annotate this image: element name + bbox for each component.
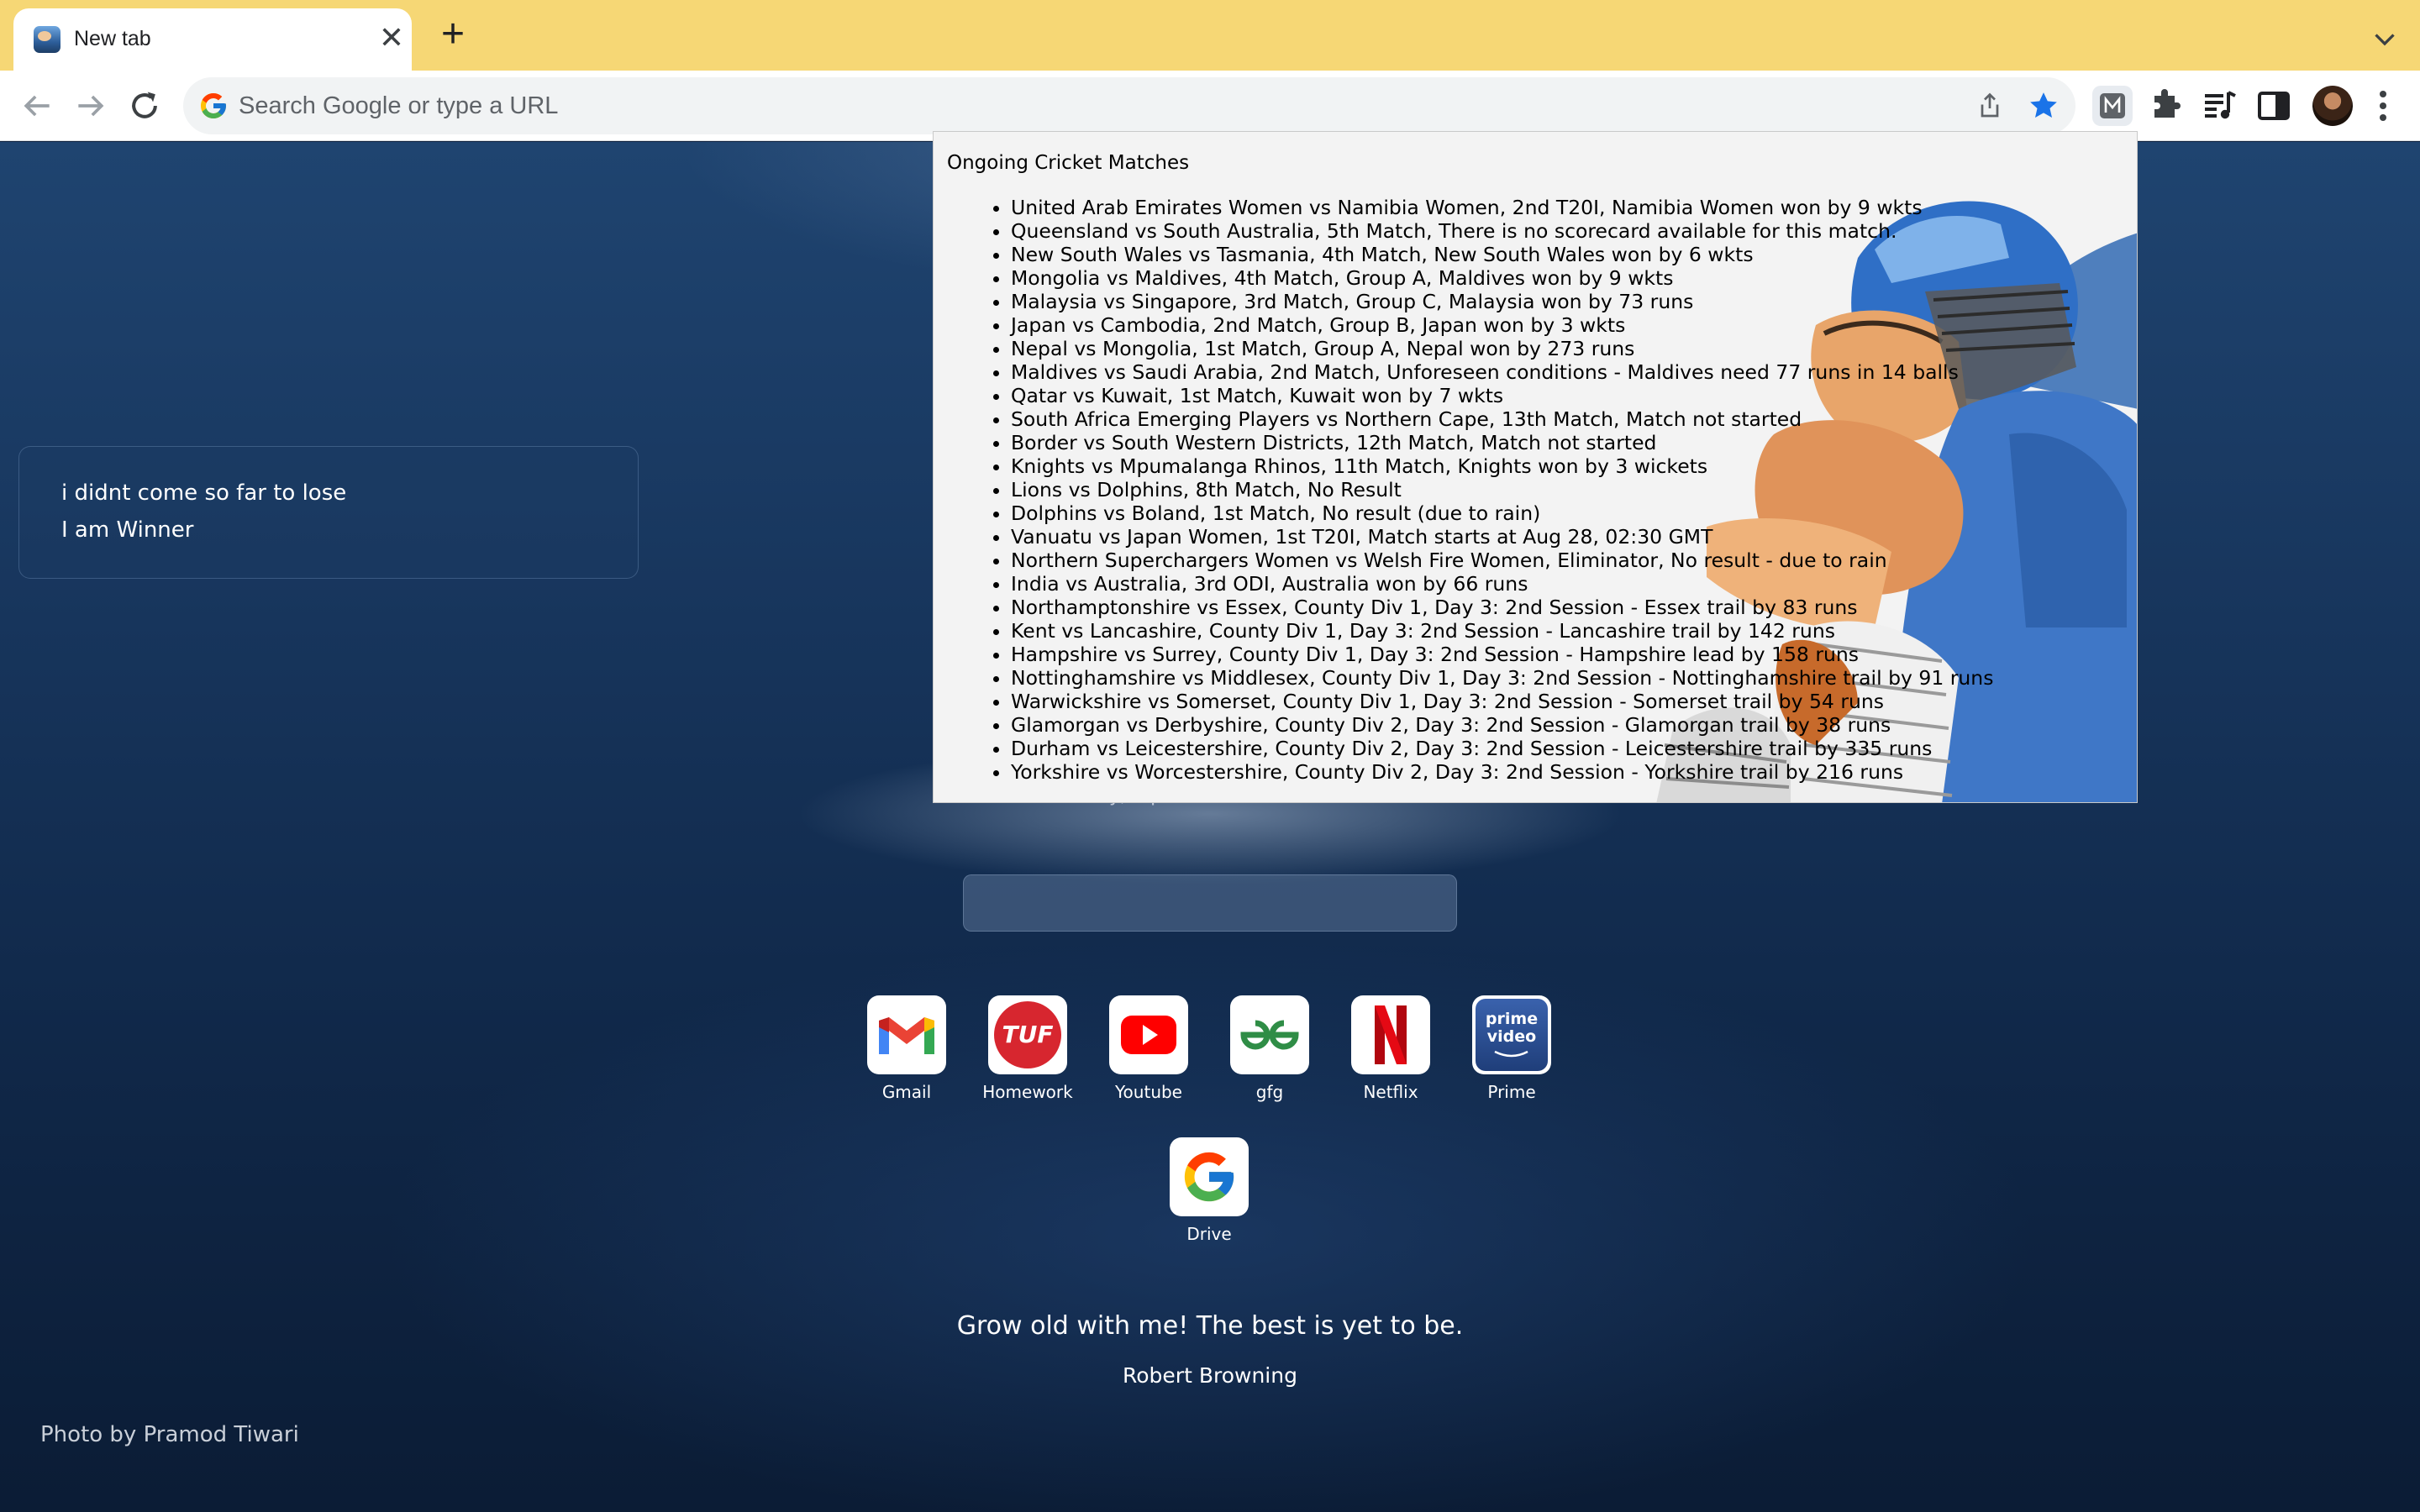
google-g-icon <box>1170 1137 1249 1216</box>
shortcut-label: Drive <box>1186 1224 1232 1244</box>
tab-title: New tab <box>74 27 151 50</box>
match-item: Lions vs Dolphins, 8th Match, No Result <box>1011 478 2125 501</box>
extensions-puzzle-icon[interactable] <box>2146 86 2186 126</box>
shortcut-prime[interactable]: prime video Prime <box>1465 995 1558 1103</box>
tab-strip: New tab ✕ + <box>0 0 2420 71</box>
shortcut-gmail[interactable]: Gmail <box>860 995 953 1103</box>
address-bar[interactable] <box>183 77 2075 134</box>
match-item: India vs Australia, 3rd ODI, Australia w… <box>1011 572 2125 596</box>
shortcut-label: Prime <box>1487 1082 1536 1102</box>
match-item: South Africa Emerging Players vs Norther… <box>1011 407 2125 431</box>
tab-search-chevron-icon[interactable] <box>2370 24 2400 54</box>
shortcut-label: Netflix <box>1363 1082 1418 1102</box>
reload-icon[interactable] <box>126 87 163 124</box>
new-tab-button[interactable]: + <box>435 14 471 55</box>
match-item: Japan vs Cambodia, 2nd Match, Group B, J… <box>1011 313 2125 337</box>
match-item: Dolphins vs Boland, 1st Match, No result… <box>1011 501 2125 525</box>
google-g-icon <box>201 93 226 118</box>
match-item: Maldives vs Saudi Arabia, 2nd Match, Unf… <box>1011 360 2125 384</box>
gmail-icon <box>867 995 946 1074</box>
back-arrow-icon[interactable] <box>18 87 55 124</box>
extension-m-icon <box>2100 93 2125 118</box>
url-input[interactable] <box>239 77 1919 134</box>
shortcut-youtube[interactable]: Youtube <box>1102 995 1195 1103</box>
match-item: Nottinghamshire vs Middlesex, County Div… <box>1011 666 2125 690</box>
shortcut-homework[interactable]: TUF Homework <box>981 995 1074 1103</box>
shortcut-netflix[interactable]: Netflix <box>1344 995 1437 1103</box>
shortcut-gfg[interactable]: gfg <box>1223 995 1316 1103</box>
tuf-logo-text: TUF <box>1002 1021 1054 1048</box>
menu-kebab-icon[interactable] <box>2363 86 2403 126</box>
match-item: Queensland vs South Australia, 5th Match… <box>1011 219 2125 243</box>
shortcut-drive[interactable]: Drive <box>1163 1137 1255 1245</box>
new-tab-favicon-icon <box>34 26 60 53</box>
todo-card: i didnt come so far to lose I am Winner <box>18 446 639 579</box>
forward-arrow-icon[interactable] <box>72 87 109 124</box>
match-item: Hampshire vs Surrey, County Div 1, Day 3… <box>1011 643 2125 666</box>
photo-credit[interactable]: Photo by Pramod Tiwari <box>40 1422 299 1447</box>
match-item: Mongolia vs Maldives, 4th Match, Group A… <box>1011 266 2125 290</box>
quote-text: Grow old with me! The best is yet to be. <box>956 1311 1464 1341</box>
tab-new-tab[interactable]: New tab ✕ <box>13 8 412 71</box>
match-list: United Arab Emirates Women vs Namibia Wo… <box>982 196 2125 784</box>
match-item: New South Wales vs Tasmania, 4th Match, … <box>1011 243 2125 266</box>
tuf-icon: TUF <box>988 995 1067 1074</box>
shortcut-label: Gmail <box>881 1082 932 1102</box>
match-item: Glamorgan vs Derbyshire, County Div 2, D… <box>1011 713 2125 737</box>
match-item: Kent vs Lancashire, County Div 1, Day 3:… <box>1011 619 2125 643</box>
media-queue-icon[interactable] <box>2200 86 2240 126</box>
quote-author: Robert Browning <box>1123 1363 1297 1388</box>
youtube-icon <box>1109 995 1188 1074</box>
bookmark-star-icon[interactable] <box>2027 89 2060 123</box>
cricket-extension-popup: Ongoing Cricket Matches United Arab Emir… <box>933 131 2138 803</box>
match-item: Northern Superchargers Women vs Welsh Fi… <box>1011 549 2125 572</box>
gfg-icon <box>1230 995 1309 1074</box>
shortcut-label: Homework <box>982 1082 1073 1102</box>
match-item: Qatar vs Kuwait, 1st Match, Kuwait won b… <box>1011 384 2125 407</box>
side-panel-icon[interactable] <box>2254 86 2294 126</box>
match-item: Yorkshire vs Worcestershire, County Div … <box>1011 760 2125 784</box>
page-search-box[interactable] <box>963 874 1457 932</box>
match-item: Border vs South Western Districts, 12th … <box>1011 431 2125 454</box>
match-item: Vanuatu vs Japan Women, 1st T20I, Match … <box>1011 525 2125 549</box>
match-item: Northamptonshire vs Essex, County Div 1,… <box>1011 596 2125 619</box>
match-item: Malaysia vs Singapore, 3rd Match, Group … <box>1011 290 2125 313</box>
popup-title: Ongoing Cricket Matches <box>947 152 1190 174</box>
profile-avatar[interactable] <box>2312 86 2353 126</box>
shortcut-label: Youtube <box>1115 1082 1182 1102</box>
todo-item[interactable]: i didnt come so far to lose <box>61 480 346 506</box>
match-item: Knights vs Mpumalanga Rhinos, 11th Match… <box>1011 454 2125 478</box>
tab-close-icon[interactable]: ✕ <box>376 23 407 54</box>
todo-item[interactable]: I am Winner <box>61 517 193 543</box>
prime-video-icon: prime video <box>1472 995 1551 1074</box>
shortcut-label: gfg <box>1255 1082 1284 1102</box>
extension-m-button[interactable] <box>2092 86 2133 126</box>
prime-logo-text: prime video <box>1485 1010 1539 1046</box>
prime-smile-icon <box>1494 1050 1528 1058</box>
match-item: United Arab Emirates Women vs Namibia Wo… <box>1011 196 2125 219</box>
match-item: Nepal vs Mongolia, 1st Match, Group A, N… <box>1011 337 2125 360</box>
share-icon[interactable] <box>1975 91 2005 121</box>
netflix-icon <box>1351 995 1430 1074</box>
match-item: Warwickshire vs Somerset, County Div 1, … <box>1011 690 2125 713</box>
match-item: Durham vs Leicestershire, County Div 2, … <box>1011 737 2125 760</box>
